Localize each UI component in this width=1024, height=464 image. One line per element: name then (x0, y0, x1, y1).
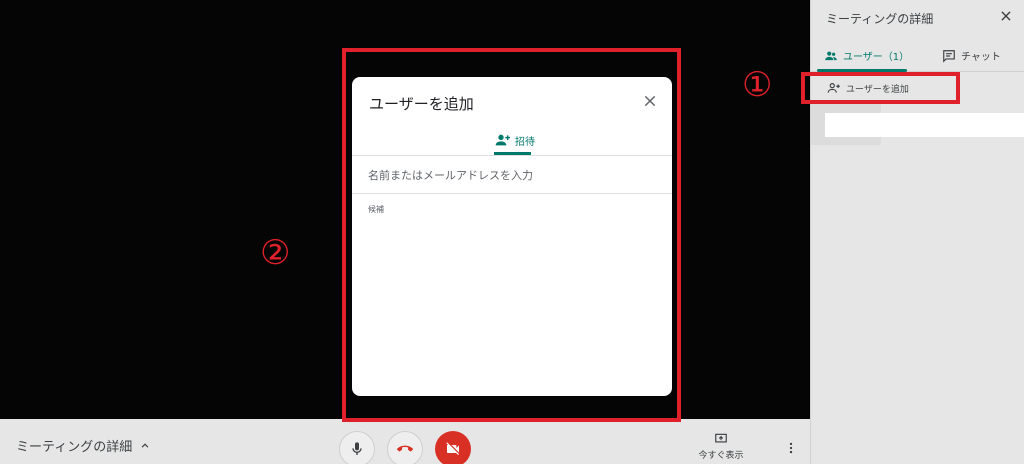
tab-chat[interactable]: チャット (942, 48, 1001, 63)
phone-hangup-icon (397, 445, 413, 452)
close-icon[interactable] (999, 9, 1013, 23)
microphone-button[interactable] (339, 431, 375, 464)
tab-chat-label: チャット (961, 52, 1001, 63)
tab-users-label: ユーザー（1） (843, 52, 910, 63)
tab-users[interactable]: ユーザー（1） (824, 48, 909, 63)
participant-name-redacted (825, 113, 1024, 137)
annotation-box-2 (342, 48, 681, 422)
chat-icon (943, 49, 955, 63)
bottom-control-bar: ミーティングの詳細 今すぐ表示 (0, 419, 810, 464)
panel-title: ミーティングの詳細 (826, 12, 934, 26)
meeting-details-label: ミーティングの詳細 (16, 440, 133, 455)
present-screen-icon (715, 433, 727, 443)
more-options-icon[interactable] (784, 441, 798, 455)
present-now-label: 今すぐ表示 (698, 451, 744, 461)
camera-off-button[interactable] (435, 431, 471, 464)
hang-up-button[interactable] (387, 431, 423, 464)
present-now-button[interactable]: 今すぐ表示 (694, 432, 748, 461)
annotation-box-1 (801, 72, 960, 104)
meeting-details-toggle[interactable]: ミーティングの詳細 (16, 436, 152, 455)
annotation-marker-1: ① (742, 65, 773, 105)
chevron-up-icon (141, 442, 149, 448)
annotation-marker-2: ② (260, 233, 291, 273)
camera-off-icon (446, 442, 459, 455)
meeting-details-panel: ミーティングの詳細 ユーザー（1） チャット ユーザーを追加 (810, 0, 1024, 464)
people-icon (825, 51, 837, 60)
microphone-icon (352, 442, 362, 455)
panel-tabs: ユーザー（1） チャット (811, 40, 1024, 72)
